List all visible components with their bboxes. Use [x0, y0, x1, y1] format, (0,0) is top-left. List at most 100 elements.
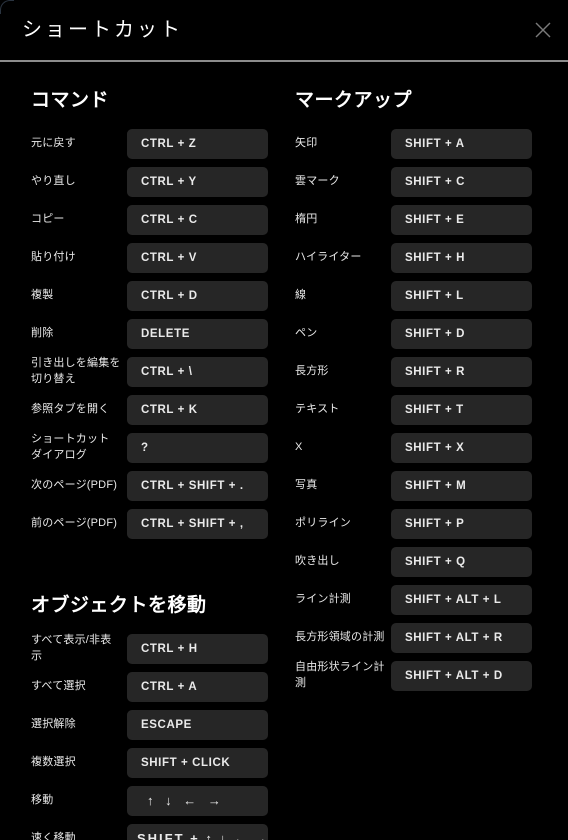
shortcut-label: 自由形状ライン計測: [295, 660, 385, 689]
shortcut-label: 参照タブを開く: [31, 402, 110, 415]
close-icon: [533, 20, 553, 40]
shortcut-key-box[interactable]: CTRL + A: [127, 671, 268, 702]
shortcut-key-box[interactable]: SHIFT + CLICK: [127, 747, 268, 778]
shortcut-row: 複製 CTRL + D: [31, 279, 271, 313]
shortcut-key-box[interactable]: SHIFT + H: [391, 242, 532, 273]
shortcut-key-box[interactable]: CTRL + Y: [127, 166, 268, 197]
shortcut-row: 長方形領域の計測 SHIFT + ALT + R: [295, 621, 535, 655]
shortcut-label: ライン計測: [295, 592, 351, 605]
shortcut-key-box[interactable]: CTRL + D: [127, 280, 268, 311]
shortcut-label: 複数選択: [31, 755, 76, 768]
shortcut-row: 矢印 SHIFT + A: [295, 127, 535, 161]
page-title: ショートカット: [22, 19, 183, 41]
shortcut-label: X: [295, 440, 303, 453]
shortcut-list-move-object: すべて表示/非表示 CTRL + H すべて選択 CTRL + A 選択解除 ESCAPE…: [31, 632, 271, 840]
shortcut-list-commands: 元に戻す CTRL + Z やり直し CTRL + Y コピー CTRL + C 貼り付け C…: [31, 127, 271, 541]
shortcut-label: 線: [295, 288, 307, 301]
dialog-header: ショートカット: [0, 0, 568, 62]
shortcut-label: 貼り付け: [31, 250, 76, 263]
shortcut-row: 選択解除 ESCAPE: [31, 708, 271, 742]
shortcut-label: 複製: [31, 288, 54, 301]
shortcut-key-box[interactable]: CTRL + SHIFT + .: [127, 470, 268, 501]
shortcut-label: ショートカット ダイアログ: [31, 432, 110, 461]
window-corner-artifact: [0, 0, 14, 14]
shortcut-key-box[interactable]: CTRL + K: [127, 394, 268, 425]
shortcut-label: 削除: [31, 326, 54, 339]
shortcut-key-box[interactable]: SHIFT + R: [391, 356, 532, 387]
shortcut-label: 引き出しを編集を切り替え: [31, 356, 121, 385]
shortcuts-column-right: マークアップ矢印 SHIFT + A 雲マーク SHIFT + C 楕円 SHIFT + …: [295, 62, 535, 697]
shortcut-key-box[interactable]: CTRL + Z: [127, 128, 268, 159]
section-title-commands: コマンド: [31, 90, 110, 111]
shortcut-row: 自由形状ライン計測 SHIFT + ALT + D: [295, 659, 535, 693]
shortcut-key-box[interactable]: CTRL + H: [127, 633, 268, 664]
shortcut-row: ライン計測 SHIFT + ALT + L: [295, 583, 535, 617]
shortcut-label: ハイライター: [295, 250, 362, 263]
shortcut-label: 速く移動: [31, 831, 76, 840]
shortcuts-dialog: ショートカット コマンド元に戻す CTRL + Z やり直し CTRL + Y コピー C…: [0, 0, 568, 840]
shortcut-label: 長方形領域の計測: [295, 630, 385, 643]
shortcut-row: ハイライター SHIFT + H: [295, 241, 535, 275]
shortcut-label: ペン: [295, 326, 318, 339]
shortcut-key-box[interactable]: CTRL + \: [127, 356, 268, 387]
shortcut-key-box[interactable]: ESCAPE: [127, 709, 268, 740]
shortcut-label: 元に戻す: [31, 136, 76, 149]
shortcut-row: 削除 DELETE: [31, 317, 271, 351]
shortcut-row: 速く移動 SHIFT + ↑ ↓ ← →: [31, 822, 271, 840]
shortcut-label: 吹き出し: [295, 554, 340, 567]
shortcut-label: やり直し: [31, 174, 76, 187]
shortcut-list-markup: 矢印 SHIFT + A 雲マーク SHIFT + C 楕円 SHIFT + E ハイライタ…: [295, 127, 535, 693]
shortcut-label: 移動: [31, 793, 54, 806]
close-button[interactable]: [526, 13, 560, 47]
shortcut-key-box[interactable]: SHIFT + C: [391, 166, 532, 197]
shortcut-row: 吹き出し SHIFT + Q: [295, 545, 535, 579]
shortcut-key-box[interactable]: SHIFT + A: [391, 128, 532, 159]
shortcut-label: 次のページ(PDF): [31, 478, 118, 491]
shortcut-row: ポリライン SHIFT + P: [295, 507, 535, 541]
shortcut-label: 前のページ(PDF): [31, 516, 118, 529]
shortcut-row: 元に戻す CTRL + Z: [31, 127, 271, 161]
shortcut-key-box[interactable]: SHIFT + ALT + R: [391, 622, 532, 653]
shortcut-row: 貼り付け CTRL + V: [31, 241, 271, 275]
shortcut-key-box[interactable]: SHIFT + ALT + D: [391, 660, 532, 691]
shortcut-row: X SHIFT + X: [295, 431, 535, 465]
shortcut-key-box[interactable]: SHIFT + T: [391, 394, 532, 425]
shortcut-row: 次のページ(PDF) CTRL + SHIFT + .: [31, 469, 271, 503]
section-title-markup: マークアップ: [295, 90, 413, 111]
shortcut-key-box[interactable]: SHIFT + X: [391, 432, 532, 463]
shortcut-label: 選択解除: [31, 717, 76, 730]
shortcut-row: ショートカット ダイアログ?: [31, 431, 271, 465]
shortcut-row: やり直し CTRL + Y: [31, 165, 271, 199]
shortcut-key-box[interactable]: SHIFT + ↑ ↓ ← →: [127, 823, 268, 840]
shortcut-row: すべて表示/非表示 CTRL + H: [31, 632, 271, 666]
shortcut-row: テキスト SHIFT + T: [295, 393, 535, 427]
shortcut-key-box[interactable]: ?: [127, 432, 268, 463]
shortcut-key-box[interactable]: CTRL + V: [127, 242, 268, 273]
shortcut-row: すべて選択 CTRL + A: [31, 670, 271, 704]
shortcut-key-box[interactable]: SHIFT + Q: [391, 546, 532, 577]
shortcut-label: テキスト: [295, 402, 340, 415]
shortcut-row: 楕円 SHIFT + E: [295, 203, 535, 237]
shortcut-label: 雲マーク: [295, 174, 340, 187]
shortcut-key-box[interactable]: SHIFT + M: [391, 470, 532, 501]
shortcuts-content: コマンド元に戻す CTRL + Z やり直し CTRL + Y コピー CTRL + C 貼…: [0, 62, 568, 840]
shortcut-label: すべて選択: [31, 679, 86, 692]
shortcut-key-box[interactable]: SHIFT + L: [391, 280, 532, 311]
shortcut-label: すべて表示/非表示: [31, 633, 112, 662]
shortcuts-column-left: コマンド元に戻す CTRL + Z やり直し CTRL + Y コピー CTRL + C 貼…: [31, 62, 271, 840]
shortcut-row: 線 SHIFT + L: [295, 279, 535, 313]
shortcut-key-box[interactable]: CTRL + C: [127, 204, 268, 235]
shortcut-label: 楕円: [295, 212, 318, 225]
shortcut-row: コピー CTRL + C: [31, 203, 271, 237]
shortcut-key-box[interactable]: SHIFT + P: [391, 508, 532, 539]
shortcut-key-box[interactable]: DELETE: [127, 318, 268, 349]
shortcut-row: 引き出しを編集を切り替え CTRL + \: [31, 355, 271, 389]
shortcut-key-box[interactable]: SHIFT + ALT + L: [391, 584, 532, 615]
shortcut-row: 雲マーク SHIFT + C: [295, 165, 535, 199]
shortcut-row: 複数選択 SHIFT + CLICK: [31, 746, 271, 780]
shortcut-key-box[interactable]: SHIFT + D: [391, 318, 532, 349]
section-title-move-object: オブジェクトを移動: [31, 594, 207, 616]
shortcut-key-box[interactable]: SHIFT + E: [391, 204, 532, 235]
shortcut-key-box[interactable]: CTRL + SHIFT + ,: [127, 508, 268, 539]
shortcut-key-box[interactable]: ↑ ↓ ← →: [127, 785, 268, 816]
